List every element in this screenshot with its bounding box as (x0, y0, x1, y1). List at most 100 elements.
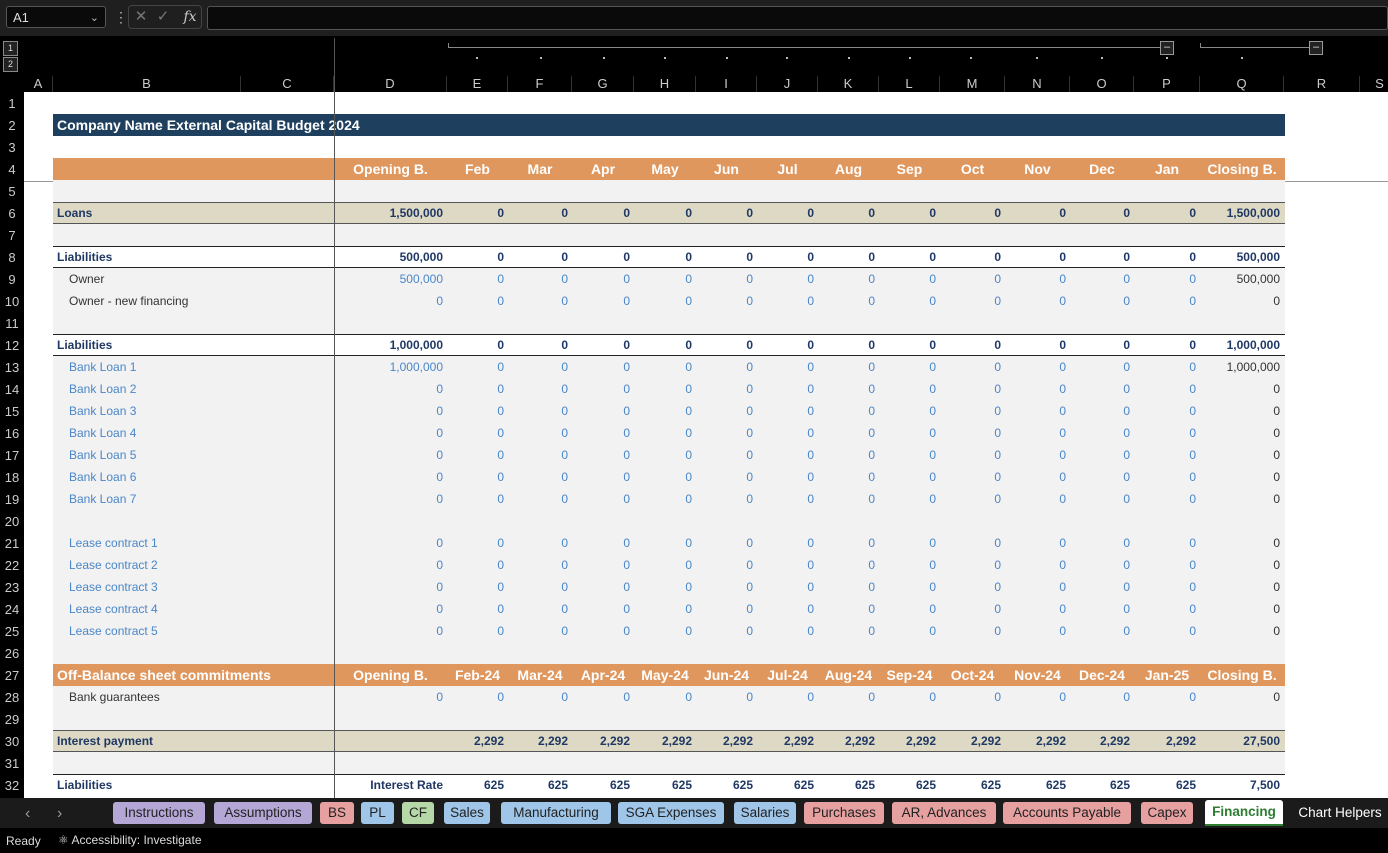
bank-loan-value: 0 (1123, 360, 1130, 374)
cancel-icon[interactable]: ✕ (133, 6, 149, 28)
row-header-8[interactable]: 8 (0, 246, 24, 268)
sheet-tab-chart-helpers[interactable]: Chart Helpers (1290, 802, 1388, 824)
liabilities-owner-value: 0 (685, 250, 692, 264)
row-header-14[interactable]: 14 (0, 378, 24, 400)
row-header-15[interactable]: 15 (0, 400, 24, 422)
row-header-3[interactable]: 3 (0, 136, 24, 158)
column-header-i[interactable]: I (696, 76, 757, 92)
column-header-d[interactable]: D (334, 76, 447, 92)
worksheet-grid[interactable]: Company Name External Capital Budget 202… (24, 92, 1388, 798)
outline-level-1-button[interactable]: 1 (3, 41, 18, 56)
owner-item-value: 0 (1123, 294, 1130, 308)
row-header-9[interactable]: 9 (0, 268, 24, 290)
column-header-g[interactable]: G (572, 76, 634, 92)
bank-loan-value: 0 (497, 382, 504, 396)
sheet-tab-instructions[interactable]: Instructions (113, 802, 205, 824)
accessibility-status[interactable]: ⚛ Accessibility: Investigate (58, 833, 202, 847)
row-header-13[interactable]: 13 (0, 356, 24, 378)
row-header-6[interactable]: 6 (0, 202, 24, 224)
lease-value: 0 (868, 580, 875, 594)
group-dot (786, 57, 788, 59)
sheet-tab-sga-expenses[interactable]: SGA Expenses (618, 802, 724, 824)
row-header-7[interactable]: 7 (0, 224, 24, 246)
name-box[interactable]: A1 ⌄ (6, 6, 106, 28)
collapse-group-icon[interactable]: – (1160, 41, 1174, 55)
row-header-26[interactable]: 26 (0, 642, 24, 664)
column-header-a[interactable]: A (24, 76, 53, 92)
row-header-1[interactable]: 1 (0, 92, 24, 114)
sheet-tab-ar-advances[interactable]: AR, Advances (892, 802, 996, 824)
lease-value: 0 (994, 624, 1001, 638)
lease-value: 0 (868, 536, 875, 550)
chevron-down-icon[interactable]: ⌄ (90, 7, 99, 29)
column-header-c[interactable]: C (241, 76, 334, 92)
column-header-m[interactable]: M (940, 76, 1005, 92)
row-header-29[interactable]: 29 (0, 708, 24, 730)
lease-value: 0 (868, 624, 875, 638)
row-header-30[interactable]: 30 (0, 730, 24, 752)
column-header-s[interactable]: S (1360, 76, 1388, 92)
collapse-group-icon[interactable]: – (1309, 41, 1323, 55)
sheet-tab-purchases[interactable]: Purchases (804, 802, 884, 824)
row-header-18[interactable]: 18 (0, 466, 24, 488)
row-header-24[interactable]: 24 (0, 598, 24, 620)
row-header-16[interactable]: 16 (0, 422, 24, 444)
row-header-22[interactable]: 22 (0, 554, 24, 576)
liabilities-interest-value: 7,500 (1249, 778, 1280, 792)
column-header-e[interactable]: E (447, 76, 508, 92)
row-header-27[interactable]: 27 (0, 664, 24, 686)
column-header-h[interactable]: H (634, 76, 696, 92)
sheet-tab-bs[interactable]: BS (320, 802, 354, 824)
sheet-tab-sales[interactable]: Sales (444, 802, 490, 824)
row-header-17[interactable]: 17 (0, 444, 24, 466)
owner-item-value: 0 (1059, 272, 1066, 286)
insert-function-icon[interactable]: fx (179, 6, 201, 28)
liabilities-interest-value: 625 (793, 778, 814, 792)
liabilities-owner-value: 0 (746, 250, 753, 264)
more-options-icon[interactable]: ⋮ (114, 6, 128, 28)
enter-icon[interactable]: ✓ (155, 6, 171, 28)
lease-value: 0 (561, 536, 568, 550)
row-header-2[interactable]: 2 (0, 114, 24, 136)
column-header-b[interactable]: B (53, 76, 241, 92)
lease-value: 0 (685, 536, 692, 550)
bank-guarantees-value: 0 (497, 690, 504, 704)
column-header-r[interactable]: R (1284, 76, 1360, 92)
column-header-q[interactable]: Q (1200, 76, 1284, 92)
column-header-n[interactable]: N (1005, 76, 1070, 92)
row-header-21[interactable]: 21 (0, 532, 24, 554)
row-header-10[interactable]: 10 (0, 290, 24, 312)
column-header-p[interactable]: P (1134, 76, 1200, 92)
sheet-tab-pl[interactable]: PL (361, 802, 394, 824)
sheet-tab-assumptions[interactable]: Assumptions (214, 802, 312, 824)
column-header-k[interactable]: K (818, 76, 879, 92)
sheet-tab-capex[interactable]: Capex (1141, 802, 1193, 824)
sheet-tab-financing[interactable]: Financing (1205, 800, 1283, 826)
row-header-20[interactable]: 20 (0, 510, 24, 532)
row-header-32[interactable]: 32 (0, 774, 24, 796)
column-header-o[interactable]: O (1070, 76, 1134, 92)
row-header-12[interactable]: 12 (0, 334, 24, 356)
next-sheet-icon[interactable]: › (57, 805, 62, 823)
bank-loan-value: 0 (868, 470, 875, 484)
row-header-11[interactable]: 11 (0, 312, 24, 334)
column-header-j[interactable]: J (757, 76, 818, 92)
sheet-tab-salaries[interactable]: Salaries (734, 802, 796, 824)
row-header-25[interactable]: 25 (0, 620, 24, 642)
sheet-tab-manufacturing[interactable]: Manufacturing (501, 802, 611, 824)
row-header-19[interactable]: 19 (0, 488, 24, 510)
outline-level-2-button[interactable]: 2 (3, 57, 18, 72)
column-header-l[interactable]: L (879, 76, 940, 92)
row-header-23[interactable]: 23 (0, 576, 24, 598)
prev-sheet-icon[interactable]: ‹ (25, 805, 30, 823)
column-header-f[interactable]: F (508, 76, 572, 92)
lease-value: 0 (623, 536, 630, 550)
row-header-5[interactable]: 5 (0, 180, 24, 202)
sheet-tab-cf[interactable]: CF (402, 802, 434, 824)
row-header-31[interactable]: 31 (0, 752, 24, 774)
row-header-4[interactable]: 4 (0, 158, 24, 180)
lease-value: 0 (561, 558, 568, 572)
formula-input[interactable] (207, 6, 1388, 30)
row-header-28[interactable]: 28 (0, 686, 24, 708)
sheet-tab-accounts-payable[interactable]: Accounts Payable (1003, 802, 1131, 824)
